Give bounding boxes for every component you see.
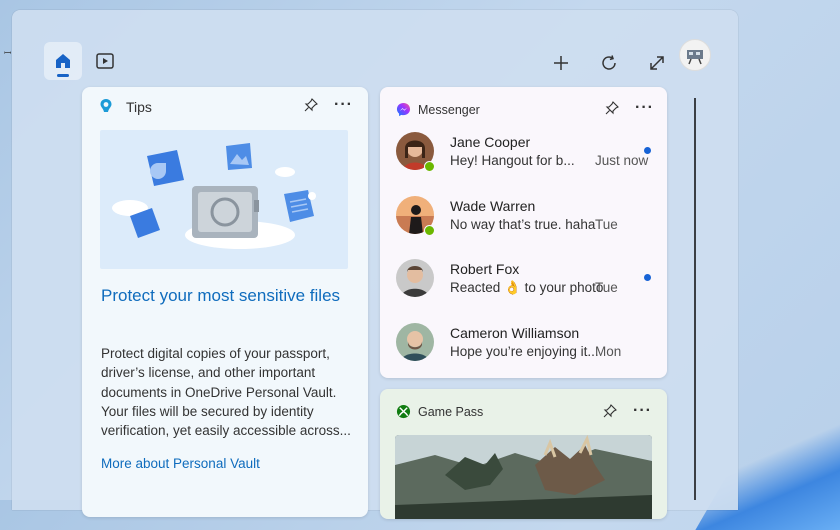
video-tab[interactable] (86, 42, 124, 80)
tips-heading[interactable]: Protect your most sensitive files (101, 285, 341, 307)
message-row[interactable]: Cameron Williamson Hope you’re enjoying … (394, 319, 656, 369)
contact-name: Wade Warren (450, 198, 536, 214)
tips-body-text: Protect digital copies of your passport,… (101, 346, 351, 439)
message-row[interactable]: Wade Warren No way that’s true. haha Tue (394, 192, 656, 242)
avatar (396, 259, 434, 297)
refresh-icon (602, 55, 616, 70)
edge-glyph: ꟷ (4, 48, 12, 58)
game-pass-title: Game Pass (418, 405, 484, 419)
tips-widget[interactable]: Tips ··· Protect your most sensitive fil… (82, 87, 368, 517)
active-tab-indicator (57, 74, 69, 77)
unread-indicator (644, 147, 651, 154)
add-widget-button[interactable] (542, 44, 580, 82)
message-time: Tue (595, 217, 618, 232)
messenger-title: Messenger (418, 103, 480, 117)
message-preview: Hey! Hangout for b... (450, 153, 575, 168)
more-options-icon[interactable]: ··· (334, 96, 353, 114)
profile-avatar[interactable] (679, 39, 711, 71)
scrollbar[interactable] (694, 98, 696, 500)
expand-button[interactable] (638, 44, 676, 82)
xbox-logo-icon (396, 404, 411, 419)
personal-vault-illustration (100, 130, 348, 269)
messenger-header: Messenger ··· (380, 87, 667, 123)
game-pass-header: Game Pass ··· (380, 389, 667, 425)
online-status-dot (424, 225, 435, 236)
message-time: Tue (595, 280, 618, 295)
expand-icon (650, 56, 664, 70)
personal-vault-link[interactable]: More about Personal Vault (101, 456, 260, 471)
refresh-button[interactable] (590, 44, 628, 82)
pin-icon[interactable] (605, 101, 619, 115)
message-preview: Hope you’re enjoying it... (450, 344, 599, 359)
pin-icon[interactable] (304, 98, 318, 112)
message-preview: Reacted 👌 to your photo (450, 280, 604, 295)
messenger-widget[interactable]: Messenger ··· Jane Cooper Hey! Hangout f… (380, 87, 667, 378)
video-icon (96, 53, 114, 69)
tips-header: Tips ··· (82, 87, 368, 123)
avatar (396, 323, 434, 361)
contact-name: Robert Fox (450, 261, 520, 277)
message-row[interactable]: Robert Fox Reacted 👌 to your photo Tue (394, 255, 656, 305)
messenger-logo-icon (396, 102, 411, 117)
lightbulb-icon (100, 99, 112, 112)
contact-name: Cameron Williamson (450, 325, 580, 341)
avatar-image (687, 50, 703, 65)
game-artwork-image[interactable] (395, 435, 652, 519)
more-options-icon[interactable]: ··· (633, 402, 652, 420)
pin-icon[interactable] (603, 404, 617, 418)
contact-name: Jane Cooper (450, 134, 531, 150)
home-icon (56, 54, 70, 68)
unread-indicator (644, 274, 651, 281)
plus-icon (554, 56, 568, 70)
more-options-icon[interactable]: ··· (635, 99, 654, 117)
home-tab[interactable] (44, 42, 82, 80)
tips-title: Tips (126, 99, 152, 115)
message-time: Just now (595, 153, 649, 168)
message-row[interactable]: Jane Cooper Hey! Hangout for b... Just n… (394, 128, 656, 178)
message-preview: No way that’s true. haha (450, 217, 596, 232)
online-status-dot (424, 161, 435, 172)
message-time: Mon (595, 344, 622, 359)
